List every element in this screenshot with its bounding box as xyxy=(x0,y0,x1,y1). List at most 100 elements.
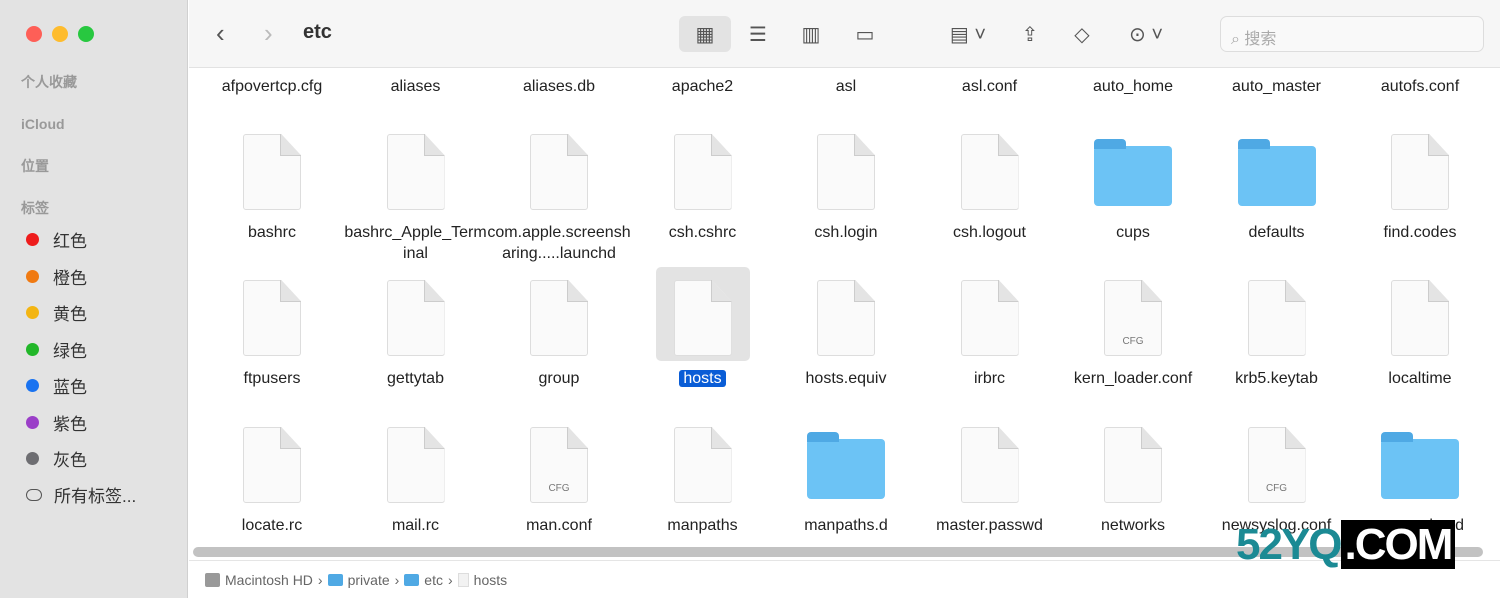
sidebar-item-tag[interactable]: 红色 xyxy=(26,227,87,252)
list-view-button[interactable]: ☰ xyxy=(740,16,776,52)
path-item[interactable]: hosts xyxy=(474,572,507,588)
document-icon[interactable] xyxy=(673,427,732,503)
file-item-label[interactable]: kern_loader.conf xyxy=(1061,368,1205,389)
share-icon[interactable]: ⇪ xyxy=(1012,16,1048,52)
file-item-label[interactable]: localtime xyxy=(1348,368,1492,389)
file-name: man.conf xyxy=(526,517,592,534)
document-icon[interactable] xyxy=(386,280,445,356)
folder-icon[interactable] xyxy=(1237,139,1316,206)
folder-icon[interactable] xyxy=(1381,432,1459,499)
file-item-label[interactable]: ftpusers xyxy=(200,368,344,389)
sidebar: 个人收藏 iCloud 位置 标签 红色橙色黄色绿色蓝色紫色灰色 所有标签... xyxy=(0,0,188,598)
document-icon[interactable] xyxy=(386,427,445,503)
file-item[interactable]: afpovertcp.cfg xyxy=(202,76,342,97)
document-icon[interactable] xyxy=(243,134,301,210)
file-item[interactable]: auto_master xyxy=(1207,76,1347,97)
file-item[interactable]: aliases.db xyxy=(489,76,629,97)
file-item-label[interactable]: locate.rc xyxy=(200,515,344,536)
tag-color-icon xyxy=(26,269,39,283)
column-view-button[interactable]: ▥ xyxy=(793,16,829,52)
gallery-view-button[interactable]: ▭ xyxy=(845,16,885,52)
section-icloud[interactable]: iCloud xyxy=(21,116,65,132)
file-item-label[interactable]: csh.login xyxy=(774,222,918,243)
file-icon xyxy=(457,572,469,587)
config-file-icon[interactable]: CFG xyxy=(1247,427,1306,503)
forward-button[interactable]: › xyxy=(264,18,273,49)
group-icon[interactable]: ▤ ˅ xyxy=(940,16,996,52)
file-badge: CFG xyxy=(548,483,570,494)
minimize-button[interactable] xyxy=(52,26,68,42)
document-icon[interactable] xyxy=(960,427,1019,503)
file-item-label[interactable]: cups xyxy=(1061,222,1205,243)
document-icon[interactable] xyxy=(530,280,588,356)
path-item[interactable]: etc xyxy=(424,572,443,588)
section-favorites[interactable]: 个人收藏 xyxy=(21,72,77,92)
file-item[interactable]: apache2 xyxy=(633,76,773,97)
document-icon[interactable] xyxy=(673,134,732,210)
file-item[interactable]: aliases xyxy=(346,76,486,97)
section-tags[interactable]: 标签 xyxy=(21,198,49,218)
zoom-button[interactable] xyxy=(78,26,94,42)
sidebar-item-tag[interactable]: 绿色 xyxy=(26,337,87,362)
document-icon[interactable] xyxy=(386,134,445,210)
file-item-label[interactable]: mail.rc xyxy=(344,515,488,536)
document-icon[interactable] xyxy=(1391,134,1449,210)
file-item[interactable]: autofs.conf xyxy=(1350,76,1490,97)
document-icon[interactable] xyxy=(530,134,588,210)
document-icon[interactable] xyxy=(243,280,301,356)
document-icon[interactable] xyxy=(243,427,301,503)
sidebar-item-tag[interactable]: 紫色 xyxy=(26,410,87,435)
file-item-label[interactable]: defaults xyxy=(1205,222,1349,243)
file-item-label[interactable]: networks xyxy=(1061,515,1205,536)
path-item[interactable]: Macintosh HD xyxy=(225,572,313,588)
more-icon[interactable]: ⊙ ˅ xyxy=(1118,16,1174,52)
file-item-label[interactable]: hosts xyxy=(631,368,775,389)
folder-icon[interactable] xyxy=(1094,139,1172,206)
file-item-label[interactable]: find.codes xyxy=(1348,222,1492,243)
search-input[interactable]: ⌕ 搜索 xyxy=(1220,16,1484,52)
file-item-label[interactable]: man.conf xyxy=(487,515,631,536)
file-item-label[interactable]: gettytab xyxy=(344,368,488,389)
file-item-label[interactable]: bashrc_Apple_Terminal xyxy=(344,222,488,264)
sidebar-item-tag[interactable]: 黄色 xyxy=(26,300,87,325)
alias-file-icon[interactable]: ↗ xyxy=(1391,280,1449,356)
icon-view-button[interactable]: ▦ xyxy=(679,16,731,52)
file-item-label[interactable]: hosts.equiv xyxy=(774,368,918,389)
file-name: csh.login xyxy=(814,224,878,241)
file-item[interactable]: asl.conf xyxy=(920,76,1060,97)
file-item-label[interactable]: master.passwd xyxy=(918,515,1062,536)
sidebar-item-tag[interactable]: 灰色 xyxy=(26,446,87,471)
document-icon[interactable] xyxy=(1247,280,1306,356)
sidebar-item-tag[interactable]: 蓝色 xyxy=(26,373,87,398)
config-file-icon[interactable]: CFG xyxy=(1104,280,1162,356)
file-item-label[interactable]: com.apple.screensharing.....launchd xyxy=(487,222,631,264)
document-icon[interactable] xyxy=(817,280,875,356)
config-file-icon[interactable]: CFG xyxy=(530,427,588,503)
document-icon[interactable] xyxy=(960,134,1019,210)
back-button[interactable]: ‹ xyxy=(216,18,225,49)
path-item[interactable]: private xyxy=(348,572,390,588)
file-item[interactable]: asl xyxy=(776,76,916,97)
file-item-label[interactable]: csh.logout xyxy=(918,222,1062,243)
file-name: bashrc_Apple_Terminal xyxy=(344,224,487,262)
sidebar-item-all-tags[interactable]: 所有标签... xyxy=(26,482,136,507)
sidebar-item-tag[interactable]: 橙色 xyxy=(26,264,87,289)
label: 橙色 xyxy=(53,268,87,288)
close-button[interactable] xyxy=(26,26,42,42)
file-item-label[interactable]: manpaths.d xyxy=(774,515,918,536)
file-item-label[interactable]: csh.cshrc xyxy=(631,222,775,243)
file-item-label[interactable]: bashrc xyxy=(200,222,344,243)
page-fold xyxy=(854,280,875,302)
document-icon[interactable] xyxy=(817,134,875,210)
document-icon[interactable] xyxy=(960,280,1019,356)
file-item-label[interactable]: krb5.keytab xyxy=(1205,368,1349,389)
section-locations[interactable]: 位置 xyxy=(21,156,49,176)
file-item-label[interactable]: irbrc xyxy=(918,368,1062,389)
folder-icon[interactable] xyxy=(807,432,885,499)
file-item-label[interactable]: group xyxy=(487,368,631,389)
page-fold xyxy=(1141,427,1162,449)
document-icon[interactable] xyxy=(1104,427,1162,503)
file-item-label[interactable]: manpaths xyxy=(631,515,775,536)
tag-icon[interactable]: ◇ xyxy=(1064,16,1100,52)
file-item[interactable]: auto_home xyxy=(1063,76,1203,97)
